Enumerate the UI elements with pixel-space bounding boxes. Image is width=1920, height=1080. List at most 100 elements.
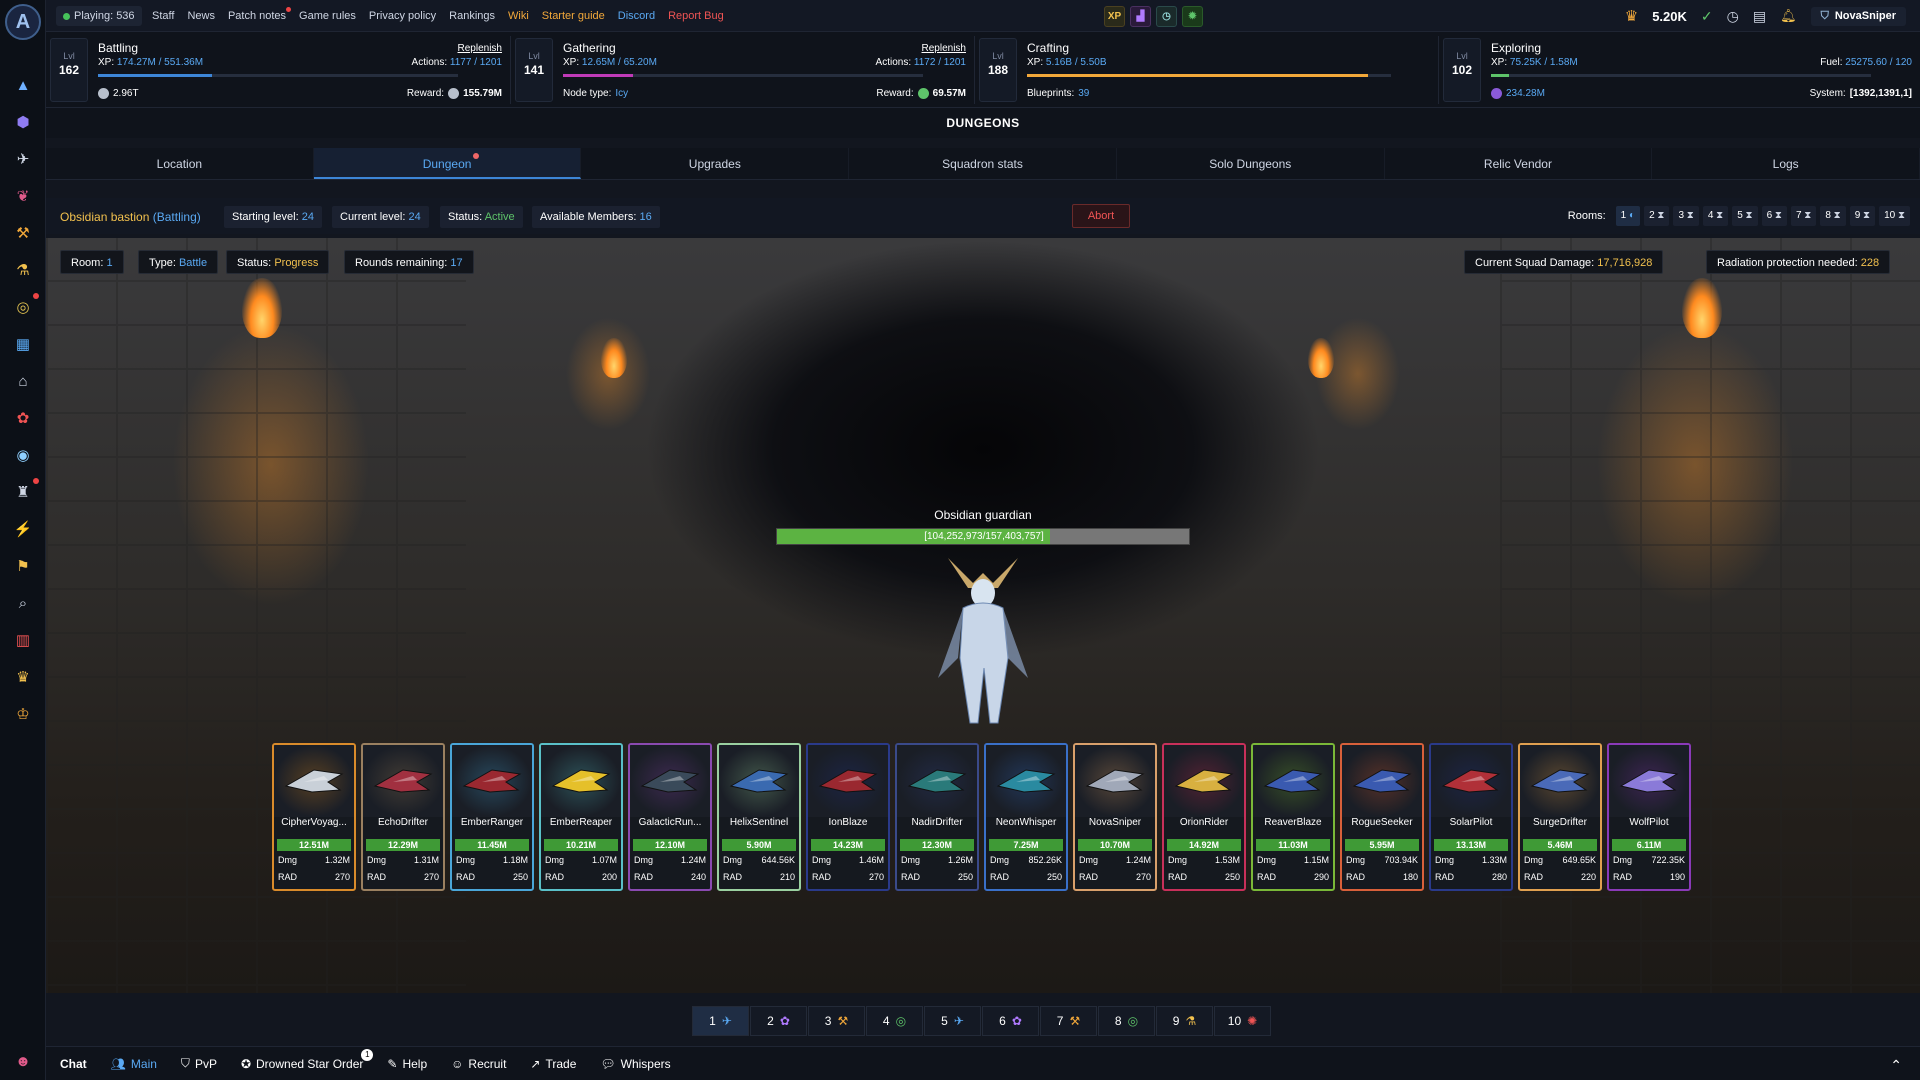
squad-member-card[interactable]: NeonWhisper 7.25M Dmg 852.26K RAD 250 [984,743,1068,891]
chat-tab-whispers[interactable]: 💬︎ Whispers [600,1057,670,1071]
chat-tab-recruit[interactable]: ☺ Recruit [451,1057,506,1071]
hexagon-icon[interactable]: ⬢ [10,109,36,135]
nav-link[interactable]: Wiki [508,10,529,22]
nav-link[interactable]: Discord [618,10,655,22]
hotbar-slot[interactable]: 5 ✈ [924,1006,981,1036]
room-button[interactable]: 9 ⧗ [1849,206,1876,226]
boss-figure[interactable] [928,548,1038,728]
nav-link[interactable]: Staff [152,10,174,22]
room-button[interactable]: 8 ⧗ [1820,206,1846,226]
chart-boost-icon[interactable]: ▟ [1130,6,1151,27]
room-button[interactable]: 2 ⧗ [1644,206,1670,226]
shop-icon[interactable]: ▥ [10,627,36,653]
pickaxe-icon[interactable]: ⚒ [10,220,36,246]
squad-member-card[interactable]: SolarPilot 13.13M Dmg 1.33M RAD 280 [1429,743,1513,891]
squad-member-card[interactable]: RogueSeeker 5.95M Dmg 703.94K RAD 180 [1340,743,1424,891]
runner-icon[interactable]: ⚑ [10,553,36,579]
squad-member-card[interactable]: GalacticRun... 12.10M Dmg 1.24M RAD 240 [628,743,712,891]
squad-member-card[interactable]: EmberReaper 10.21M Dmg 1.07M RAD 200 [539,743,623,891]
squad-member-card[interactable]: EchoDrifter 12.29M Dmg 1.31M RAD 270 [361,743,445,891]
tab-relic-vendor[interactable]: Relic Vendor [1385,148,1653,179]
squad-member-card[interactable]: WolfPilot 6.11M Dmg 722.35K RAD 190 [1607,743,1691,891]
game-logo[interactable]: A [5,4,41,40]
character-icon[interactable]: ☻ [10,1048,36,1074]
squad-member-card[interactable]: OrionRider 14.92M Dmg 1.53M RAD 250 [1162,743,1246,891]
flask-icon[interactable]: ⚗ [10,257,36,283]
nav-link[interactable]: Privacy policy [369,10,436,22]
paw-icon[interactable]: ✿ [10,405,36,431]
chat-tab-guild[interactable]: ✪ Drowned Star Order 1 [241,1048,374,1071]
skill-exploring[interactable]: Lvl 102 Exploring XP: 75.25K / 1.58M Fuel… [1438,36,1920,104]
squad-member-card[interactable]: NadirDrifter 12.30M Dmg 1.26M RAD 250 [895,743,979,891]
squad-member-card[interactable]: ReaverBlaze 11.03M Dmg 1.15M RAD 290 [1251,743,1335,891]
hotbar-slot[interactable]: 7 ⚒ [1040,1006,1097,1036]
nav-link[interactable]: Patch notes [228,7,292,22]
nav-link[interactable]: Starter guide [542,10,605,22]
nav-link[interactable]: Rankings [449,10,495,22]
room-button[interactable]: 4 ⧗ [1702,206,1729,226]
hotbar-slot[interactable]: 3 ⚒ [808,1006,865,1036]
search-icon[interactable]: ⌕ [10,590,36,616]
room-button[interactable]: 1 ◐ [1615,206,1641,226]
chat-tab-help[interactable]: ✎ Help [387,1057,427,1071]
room-button[interactable]: 6 ⧗ [1761,206,1787,226]
room-button[interactable]: 5 ⧗ [1732,206,1758,226]
room-button[interactable]: 10 ⧗ [1879,206,1910,226]
chat-tab-main[interactable]: 👥︎ Main [111,1057,157,1071]
squad-member-card[interactable]: EmberRanger 11.45M Dmg 1.18M RAD 250 [450,743,534,891]
hotbar-slot[interactable]: 9 ⚗ [1156,1006,1213,1036]
trophy-icon[interactable]: ♛ [10,664,36,690]
bell-icon[interactable]: 🔔︎ [1780,8,1797,24]
tab-solo-dungeons[interactable]: Solo Dungeons [1117,148,1385,179]
squad-member-card[interactable]: HelixSentinel 5.90M Dmg 644.56K RAD 210 [717,743,801,891]
clock-boost-icon[interactable]: ◷ [1156,6,1177,27]
rocket-icon[interactable]: ✈ [10,146,36,172]
eye-icon[interactable]: ◉ [10,442,36,468]
hotbar-slot[interactable]: 8 ◎ [1098,1006,1155,1036]
nav-link[interactable]: Report Bug [668,10,724,22]
nav-link[interactable]: Game rules [299,10,356,22]
hotbar-slot[interactable]: 6 ✿ [982,1006,1039,1036]
bank-icon[interactable]: ▤ [1753,8,1766,25]
hotbar-slot[interactable]: 4 ◎ [866,1006,923,1036]
wand-icon[interactable]: ⚡ [10,516,36,542]
hotbar-slot[interactable]: 1 ✈ [692,1006,749,1036]
skill-battling[interactable]: Lvl 162 Battling Replenish XP: 174.27M / … [46,36,510,104]
replenish-link[interactable]: Replenish [458,43,502,54]
tab-dungeon[interactable]: Dungeon [313,148,582,179]
orbit-icon[interactable]: ◎ [10,293,39,320]
replenish-link[interactable]: Replenish [922,43,966,54]
username: NovaSniper [1834,10,1896,22]
gear-boost-icon[interactable]: ✹ [1182,6,1203,27]
room-button[interactable]: 7 ⧗ [1790,206,1817,226]
chat-tab-trade[interactable]: ↗ Trade [530,1057,576,1071]
crown-icon[interactable]: ♔ [10,701,36,727]
home-icon[interactable]: ⌂ [10,368,36,394]
castle-icon[interactable]: ♜ [10,478,39,505]
chevron-up-icon[interactable]: ⌃ [1890,1057,1902,1074]
nav-link[interactable]: News [187,10,215,22]
rad-row: RAD 270 [812,872,884,882]
squad-member-card[interactable]: NovaSniper 10.70M Dmg 1.24M RAD 270 [1073,743,1157,891]
abort-button[interactable]: Abort [1072,204,1130,228]
tab-upgrades[interactable]: Upgrades [581,148,850,179]
hotbar-slot[interactable]: 10 ✺ [1214,1006,1271,1036]
ship-icon[interactable]: ▲ [10,72,36,98]
skill-gathering[interactable]: Lvl 141 Gathering Replenish XP: 12.65M / … [510,36,974,104]
clock-icon[interactable]: ◷ [1727,8,1739,25]
squad-member-card[interactable]: IonBlaze 14.23M Dmg 1.46M RAD 270 [806,743,890,891]
user-menu[interactable]: ⛉ NovaSniper [1810,6,1906,26]
xp-boost-icon[interactable]: XP [1104,6,1125,27]
hotbar-slot[interactable]: 2 ✿ [750,1006,807,1036]
creature-icon[interactable]: ❦ [10,183,36,209]
map-icon[interactable]: ▦ [10,331,36,357]
squad-member-card[interactable]: CipherVoyag... 12.51M Dmg 1.32M RAD 270 [272,743,356,891]
squad-member-card[interactable]: SurgeDrifter 5.46M Dmg 649.65K RAD 220 [1518,743,1602,891]
skill-crafting[interactable]: Lvl 188 Crafting XP: 5.16B / 5.50B Bluepr… [974,36,1438,104]
chat-tab-pvp[interactable]: ⛉ PvP [181,1056,217,1071]
check-icon[interactable]: ✓ [1701,8,1713,25]
tab-squadron-stats[interactable]: Squadron stats [849,148,1117,179]
tab-logs[interactable]: Logs [1652,148,1920,179]
room-button[interactable]: 3 ⧗ [1673,206,1699,226]
tab-location[interactable]: Location [46,148,314,179]
